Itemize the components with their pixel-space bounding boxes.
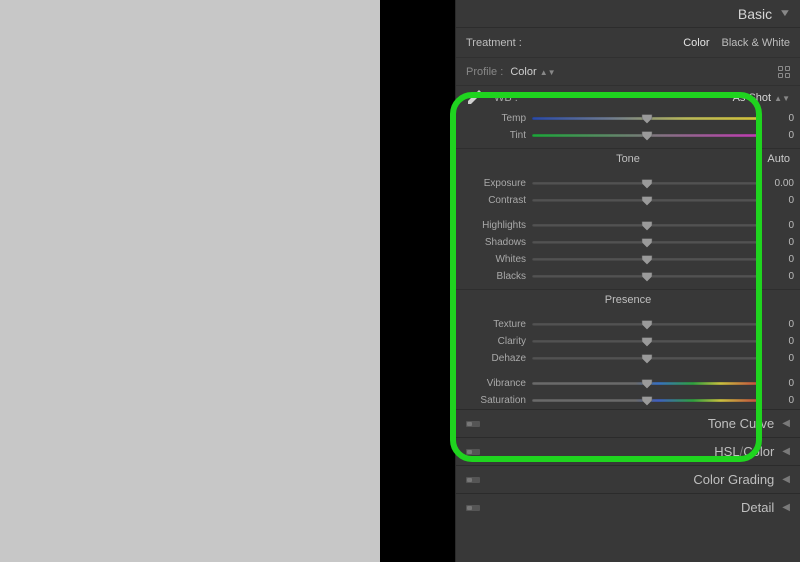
contrast-label: Contrast: [456, 195, 532, 206]
develop-panel: Basic ▼ Treatment : Color Black & White …: [455, 0, 800, 562]
temp-value[interactable]: 0: [762, 113, 794, 124]
panel-title: Color Grading: [693, 472, 774, 487]
blacks-row: Blacks 0: [456, 268, 800, 285]
saturation-row: Saturation 0: [456, 392, 800, 409]
panel-toggle-icon[interactable]: [466, 477, 480, 483]
saturation-label: Saturation: [456, 395, 532, 406]
exposure-slider[interactable]: [532, 177, 762, 191]
highlights-slider[interactable]: [532, 219, 762, 233]
vibrance-slider[interactable]: [532, 377, 762, 391]
highlights-row: Highlights 0: [456, 217, 800, 234]
presence-section-header: Presence: [456, 294, 800, 316]
disclosure-triangle-icon: ◀: [782, 474, 790, 485]
dehaze-slider[interactable]: [532, 352, 762, 366]
clarity-row: Clarity 0: [456, 333, 800, 350]
profile-row: Profile : Color ▲▼: [456, 58, 800, 86]
disclosure-triangle-icon: ◀: [782, 418, 790, 429]
profile-browser-icon[interactable]: [778, 66, 790, 78]
blacks-label: Blacks: [456, 271, 532, 282]
vibrance-row: Vibrance 0: [456, 375, 800, 392]
tint-value[interactable]: 0: [762, 130, 794, 141]
saturation-value[interactable]: 0: [762, 395, 794, 406]
clarity-slider[interactable]: [532, 335, 762, 349]
shadows-label: Shadows: [456, 237, 532, 248]
panel-title: Tone Curve: [708, 416, 774, 431]
saturation-slider[interactable]: [532, 394, 762, 408]
vibrance-label: Vibrance: [456, 378, 532, 389]
tone-auto-button[interactable]: Auto: [767, 153, 790, 165]
temp-label: Temp: [456, 113, 532, 124]
clarity-value[interactable]: 0: [762, 336, 794, 347]
disclosure-triangle-icon: ◀: [782, 502, 790, 513]
wb-row: WB : As Shot ▲▼: [456, 86, 800, 110]
tone-section-header: Tone Auto: [456, 153, 800, 175]
temp-slider[interactable]: [532, 112, 762, 126]
exposure-row: Exposure 0.00: [456, 175, 800, 192]
texture-slider[interactable]: [532, 318, 762, 332]
exposure-label: Exposure: [456, 178, 532, 189]
dehaze-label: Dehaze: [456, 353, 532, 364]
tint-slider[interactable]: [532, 129, 762, 143]
image-preview: [0, 0, 380, 562]
whites-row: Whites 0: [456, 251, 800, 268]
texture-row: Texture 0: [456, 316, 800, 333]
eyedropper-icon[interactable]: [466, 88, 484, 109]
temp-row: Temp 0: [456, 110, 800, 127]
exposure-value[interactable]: 0.00: [762, 178, 794, 189]
panel-title: Detail: [741, 500, 774, 515]
panel-header-detail[interactable]: Detail ◀: [456, 493, 800, 521]
wb-dropdown[interactable]: As Shot ▲▼: [733, 92, 790, 104]
profile-label: Profile :: [466, 66, 503, 78]
shadows-value[interactable]: 0: [762, 237, 794, 248]
treatment-bw-tab[interactable]: Black & White: [722, 37, 790, 49]
panel-title: HSL/Color: [714, 444, 774, 459]
vibrance-value[interactable]: 0: [762, 378, 794, 389]
panel-toggle-icon[interactable]: [466, 505, 480, 511]
tint-row: Tint 0: [456, 127, 800, 144]
treatment-row: Treatment : Color Black & White: [456, 28, 800, 58]
contrast-slider[interactable]: [532, 194, 762, 208]
texture-value[interactable]: 0: [762, 319, 794, 330]
treatment-color-tab[interactable]: Color: [683, 37, 709, 49]
blacks-slider[interactable]: [532, 270, 762, 284]
panel-header-color-grading[interactable]: Color Grading ◀: [456, 465, 800, 493]
shadows-slider[interactable]: [532, 236, 762, 250]
blacks-value[interactable]: 0: [762, 271, 794, 282]
profile-dropdown[interactable]: Color ▲▼: [510, 66, 555, 78]
contrast-value[interactable]: 0: [762, 195, 794, 206]
panel-header-hsl-color[interactable]: HSL/Color ◀: [456, 437, 800, 465]
dehaze-row: Dehaze 0: [456, 350, 800, 367]
highlights-value[interactable]: 0: [762, 220, 794, 231]
dehaze-value[interactable]: 0: [762, 353, 794, 364]
shadows-row: Shadows 0: [456, 234, 800, 251]
wb-label: WB :: [494, 92, 518, 104]
tone-title: Tone: [456, 153, 800, 165]
contrast-row: Contrast 0: [456, 192, 800, 209]
panel-toggle-icon[interactable]: [466, 449, 480, 455]
panel-title: Basic: [738, 6, 772, 22]
panel-header-basic[interactable]: Basic ▼: [456, 0, 800, 28]
presence-title: Presence: [456, 294, 800, 306]
disclosure-triangle-icon: ▼: [779, 8, 792, 19]
disclosure-triangle-icon: ◀: [782, 446, 790, 457]
highlights-label: Highlights: [456, 220, 532, 231]
tint-label: Tint: [456, 130, 532, 141]
panel-header-tone-curve[interactable]: Tone Curve ◀: [456, 409, 800, 437]
texture-label: Texture: [456, 319, 532, 330]
whites-value[interactable]: 0: [762, 254, 794, 265]
treatment-label: Treatment :: [466, 37, 522, 49]
whites-label: Whites: [456, 254, 532, 265]
panel-toggle-icon[interactable]: [466, 421, 480, 427]
whites-slider[interactable]: [532, 253, 762, 267]
clarity-label: Clarity: [456, 336, 532, 347]
